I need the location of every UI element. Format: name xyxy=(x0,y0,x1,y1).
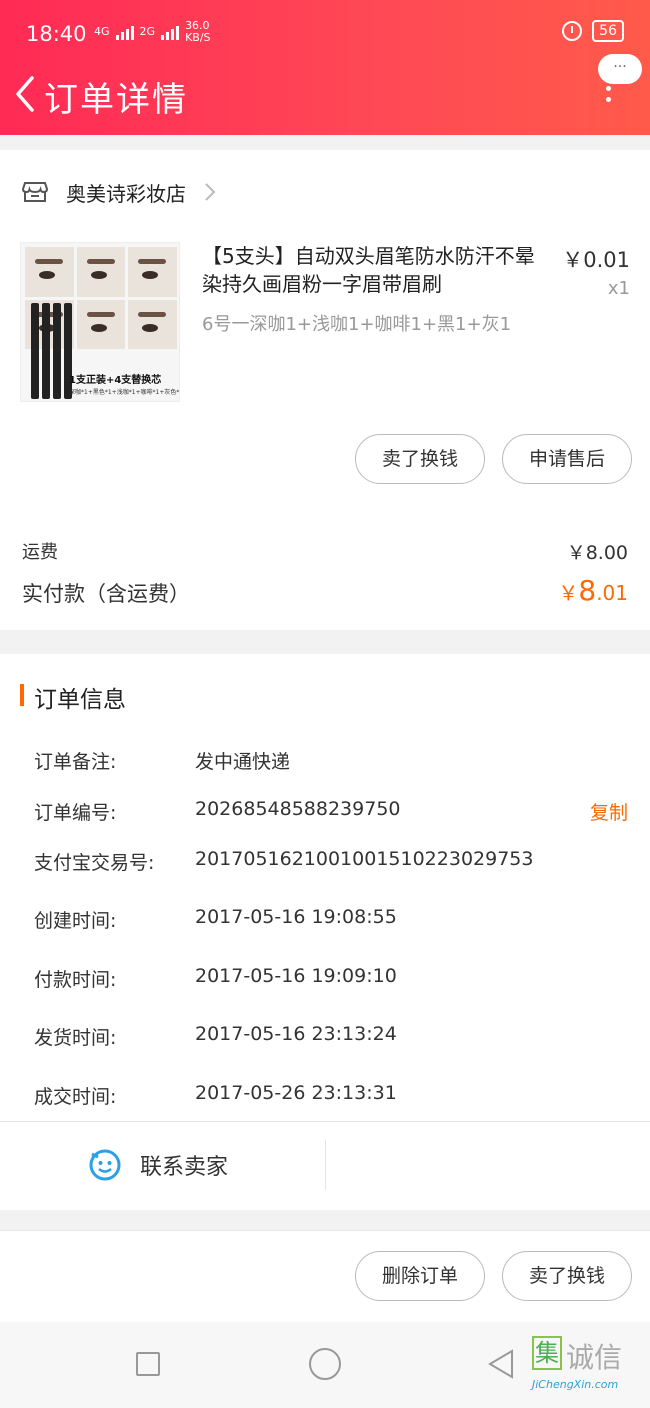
back-arrow-icon[interactable] xyxy=(12,74,40,114)
paid-integer: 8 xyxy=(578,574,597,607)
info-value-alipay-no: 2017051621001001510223029753 xyxy=(195,848,534,870)
after-sale-button[interactable]: 申请售后 xyxy=(502,434,632,484)
paid-amount-value: ￥8.01 xyxy=(558,574,628,607)
chevron-right-icon xyxy=(205,183,216,201)
watermark-url: JiChengXin.com xyxy=(532,1378,619,1391)
info-label-order-no: 订单编号: xyxy=(34,802,117,824)
shop-row[interactable]: 奥美诗彩妆店 xyxy=(22,176,216,208)
shop-name: 奥美诗彩妆店 xyxy=(66,181,186,206)
info-label-paid: 付款时间: xyxy=(34,969,117,991)
store-icon xyxy=(22,182,48,202)
vertical-divider xyxy=(325,1140,326,1190)
signal-bars-icon xyxy=(161,24,180,40)
home-icon[interactable] xyxy=(309,1348,341,1380)
info-label-created: 创建时间: xyxy=(34,910,117,932)
info-value-remark: 发中通快递 xyxy=(195,751,291,773)
freight-value: ￥8.00 xyxy=(566,542,628,564)
info-value-completed: 2017-05-26 23:13:31 xyxy=(195,1082,397,1104)
more-menu-icon[interactable] xyxy=(606,86,612,108)
alarm-icon xyxy=(562,21,583,41)
info-label-alipay-no: 支付宝交易号: xyxy=(34,852,155,874)
status-bar: 18:40 4G 2G 36.0 KB/S 56 xyxy=(26,18,624,50)
info-value-paid: 2017-05-16 19:09:10 xyxy=(195,965,397,987)
order-product-card: 奥美诗彩妆店 1支正装+4支替换芯 深咖*1+黑色*1+浅咖*1+咖啡*1+灰色… xyxy=(0,150,650,630)
watermark-mark: 集 xyxy=(532,1336,562,1370)
paid-amount-label: 实付款（含运费） xyxy=(22,582,190,606)
product-image[interactable]: 1支正装+4支替换芯 深咖*1+黑色*1+浅咖*1+咖啡*1+灰色*1 xyxy=(20,242,180,402)
watermark-logo: 集 诚信 JiChengXin.com xyxy=(532,1336,646,1398)
chat-face-icon xyxy=(89,1149,121,1181)
product-spec: 6号一深咖1+浅咖1+咖啡1+黑1+灰1 xyxy=(202,314,512,335)
info-label-shipped: 发货时间: xyxy=(34,1027,117,1049)
recent-apps-icon[interactable] xyxy=(136,1352,160,1376)
contact-seller-button[interactable]: 联系卖家 xyxy=(88,1148,228,1182)
paid-decimal: .01 xyxy=(596,581,628,605)
product-quantity: x1 xyxy=(607,278,630,299)
info-label-remark: 订单备注: xyxy=(34,751,117,773)
signal-indicators: 4G 2G 36.0 KB/S xyxy=(94,20,211,44)
network-4g-label: 4G xyxy=(94,25,110,38)
section-title: 订单信息 xyxy=(34,687,126,713)
page-title: 订单详情 xyxy=(44,80,188,120)
status-time: 18:40 xyxy=(26,22,87,46)
network-2g-label: 2G xyxy=(139,25,156,38)
status-right: 56 xyxy=(562,20,624,42)
system-nav-bar: 集 诚信 JiChengXin.com xyxy=(0,1322,650,1408)
info-value-shipped: 2017-05-16 23:13:24 xyxy=(195,1023,397,1045)
info-value-order-no: 20268548588239750 xyxy=(195,798,401,820)
watermark-text: 诚信 xyxy=(566,1341,623,1374)
divider xyxy=(0,1121,650,1122)
sell-button-bottom[interactable]: 卖了换钱 xyxy=(502,1251,632,1301)
more-bubble[interactable]: ··· xyxy=(598,54,642,84)
back-triangle-icon[interactable] xyxy=(486,1348,516,1380)
nav-bar: 订单详情 ··· xyxy=(0,54,650,122)
paid-currency: ￥ xyxy=(558,581,579,605)
section-accent-bar xyxy=(20,684,24,706)
delete-order-button[interactable]: 删除订单 xyxy=(355,1251,485,1301)
sell-button[interactable]: 卖了换钱 xyxy=(355,434,485,484)
copy-button[interactable]: 复制 xyxy=(590,798,628,825)
app-header: 18:40 4G 2G 36.0 KB/S 56 订单详情 ··· xyxy=(0,0,650,135)
info-label-completed: 成交时间: xyxy=(34,1086,117,1108)
product-price: ￥0.01 xyxy=(562,248,630,272)
network-speed: 36.0 KB/S xyxy=(185,20,210,44)
image-caption: 1支正装+4支替换芯 xyxy=(69,375,162,386)
contact-seller-label: 联系卖家 xyxy=(140,1155,229,1180)
battery-icon: 56 xyxy=(592,20,624,42)
freight-label: 运费 xyxy=(22,542,58,563)
bottom-action-bar: 删除订单 卖了换钱 xyxy=(0,1230,650,1322)
signal-bars-icon xyxy=(115,24,134,40)
order-info-card: 订单信息 订单备注: 发中通快递 订单编号: 20268548588239750… xyxy=(0,654,650,1210)
info-value-created: 2017-05-16 19:08:55 xyxy=(195,906,397,928)
product-title[interactable]: 【5支头】自动双头眉笔防水防汗不晕染持久画眉粉一字眉带眉刷 xyxy=(202,242,547,298)
image-sub-caption: 深咖*1+黑色*1+浅咖*1+咖啡*1+灰色*1 xyxy=(69,389,180,396)
network-speed-unit: KB/S xyxy=(185,31,211,44)
